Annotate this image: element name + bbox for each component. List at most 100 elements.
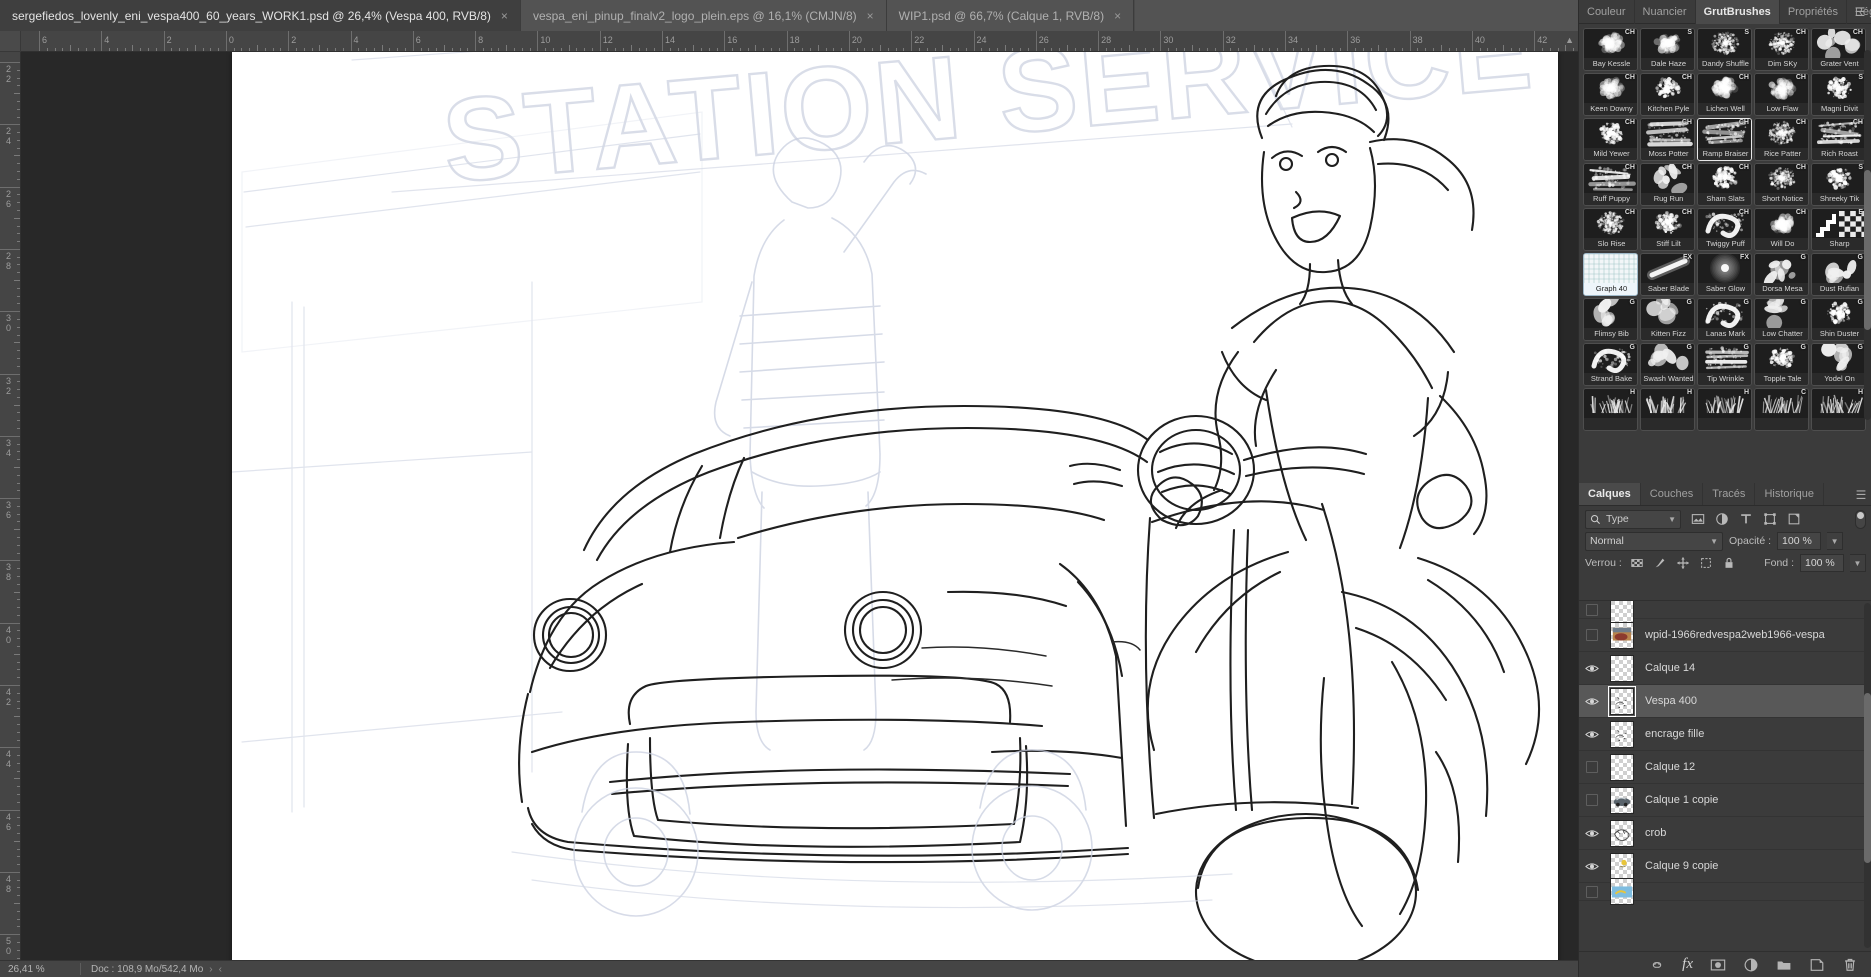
- layer-thumbnail-cell[interactable]: [1605, 878, 1639, 905]
- layer-thumbnail[interactable]: [1610, 621, 1634, 649]
- new-layer-icon[interactable]: [1809, 957, 1825, 973]
- brush-item[interactable]: H: [1640, 388, 1695, 431]
- layer-thumbnail[interactable]: [1608, 685, 1636, 717]
- layer-style-fx-icon[interactable]: fx: [1682, 956, 1693, 973]
- brush-item[interactable]: CH Rich Roast: [1811, 118, 1866, 161]
- brush-item[interactable]: CH Twiggy Puff: [1697, 208, 1752, 251]
- layer-thumbnail-cell[interactable]: [1605, 852, 1639, 880]
- opacity-stepper-chevron-down-icon[interactable]: ▼: [1827, 532, 1844, 550]
- panel-menu-icon[interactable]: ☰: [1853, 5, 1867, 19]
- brush-item[interactable]: CH Slo Rise: [1583, 208, 1638, 251]
- panel-tab-propri-t-s[interactable]: Propriétés: [1780, 0, 1847, 24]
- layer-list[interactable]: wpid-1966redvespa2web1966-vespa Calque 14…: [1579, 600, 1871, 951]
- close-icon[interactable]: ×: [1114, 10, 1121, 22]
- new-group-icon[interactable]: [1776, 957, 1792, 973]
- document-tab-0[interactable]: sergefiedos_lovenly_eni_vespa400_60_year…: [0, 0, 521, 31]
- grutbrushes-panel[interactable]: CH Bay Kessle S Dale Haze S Dandy Shuffle CH Di…: [1579, 24, 1871, 483]
- document-size-info[interactable]: Doc : 108,9 Mo/542,4 Mo: [81, 964, 203, 975]
- layer-row[interactable]: encrage fille: [1579, 718, 1871, 751]
- fill-value[interactable]: 100 %: [1800, 554, 1844, 572]
- brush-item[interactable]: CH Keen Downy: [1583, 73, 1638, 116]
- layer-name[interactable]: crob: [1639, 827, 1666, 839]
- brush-item[interactable]: S Dandy Shuffle: [1697, 28, 1752, 71]
- vertical-ruler[interactable]: 222426283032343638404244464850: [0, 52, 21, 960]
- layer-visibility-toggle[interactable]: [1579, 619, 1605, 652]
- layer-thumbnail[interactable]: [1610, 601, 1634, 623]
- brush-item[interactable]: G Low Chatter: [1754, 298, 1809, 341]
- brush-item[interactable]: G Tip Wrinkle: [1697, 343, 1752, 386]
- layer-thumbnail[interactable]: [1610, 878, 1634, 905]
- layer-name[interactable]: Calque 9 copie: [1639, 860, 1718, 872]
- shape-filter-icon[interactable]: [1763, 512, 1777, 526]
- layer-row[interactable]: Calque 14: [1579, 652, 1871, 685]
- brush-item[interactable]: H: [1811, 388, 1866, 431]
- close-icon[interactable]: ×: [867, 10, 874, 22]
- brush-item[interactable]: G Flimsy Bib: [1583, 298, 1638, 341]
- layer-scroll-thumb[interactable]: [1864, 693, 1871, 863]
- adjustment-filter-icon[interactable]: [1715, 512, 1729, 526]
- brush-item[interactable]: G Strand Bake: [1583, 343, 1638, 386]
- brush-item[interactable]: CH Sham Slats: [1697, 163, 1752, 206]
- layer-row[interactable]: [1579, 878, 1871, 905]
- brush-item[interactable]: CH Short Notice: [1754, 163, 1809, 206]
- brush-item[interactable]: CH Ramp Braiser: [1697, 118, 1752, 161]
- layer-thumbnail-cell[interactable]: [1605, 819, 1639, 847]
- smartobject-filter-icon[interactable]: [1787, 512, 1801, 526]
- brush-item[interactable]: S Shreeky Tik: [1811, 163, 1866, 206]
- layer-thumbnail-cell[interactable]: [1605, 720, 1639, 748]
- adjustment-layer-icon[interactable]: [1743, 957, 1759, 973]
- layer-name[interactable]: Calque 1 copie: [1639, 794, 1718, 806]
- brush-item[interactable]: CH Stiff Lilt: [1640, 208, 1695, 251]
- brush-item[interactable]: G Dust Rufian: [1811, 253, 1866, 296]
- canvas-work-area[interactable]: .ink{fill:none;stroke:#1f1f1f;stroke-wid…: [21, 52, 1578, 960]
- layer-thumbnail[interactable]: [1610, 720, 1634, 748]
- layer-name[interactable]: encrage fille: [1639, 728, 1704, 740]
- lock-transparency-icon[interactable]: [1630, 556, 1644, 570]
- fill-stepper-chevron-down-icon[interactable]: ▼: [1850, 554, 1866, 572]
- brush-item[interactable]: Graph 40: [1583, 253, 1638, 296]
- lock-image-icon[interactable]: [1653, 556, 1667, 570]
- layer-visibility-toggle[interactable]: [1579, 685, 1605, 718]
- brush-item[interactable]: H: [1583, 388, 1638, 431]
- brush-item[interactable]: C: [1754, 388, 1809, 431]
- layer-visibility-toggle[interactable]: [1579, 751, 1605, 784]
- layer-thumbnail-cell[interactable]: [1605, 786, 1639, 814]
- brush-item[interactable]: CH Mild Yewer: [1583, 118, 1638, 161]
- layer-row[interactable]: Calque 12: [1579, 751, 1871, 784]
- brush-item[interactable]: CH Kitchen Pyle: [1640, 73, 1695, 116]
- document-tab-1[interactable]: vespa_eni_pinup_finalv2_logo_plein.eps @…: [520, 0, 887, 31]
- delete-layer-icon[interactable]: [1842, 957, 1858, 973]
- layer-visibility-toggle[interactable]: [1579, 718, 1605, 751]
- panel-tab-couleur[interactable]: Couleur: [1579, 0, 1635, 24]
- lock-all-icon[interactable]: [1722, 556, 1736, 570]
- horizontal-ruler[interactable]: 6 4 2 0 2 4 6 8 10 12 14 16 18 20 22 24 26 28 30 32 34 36 38 40…: [21, 31, 1578, 52]
- layers-tab-calques[interactable]: Calques: [1579, 483, 1641, 505]
- document-canvas[interactable]: .ink{fill:none;stroke:#1f1f1f;stroke-wid…: [232, 52, 1558, 960]
- lock-position-icon[interactable]: [1676, 556, 1690, 570]
- brush-item[interactable]: FX Saber Glow: [1697, 253, 1752, 296]
- brush-item[interactable]: CH Bay Kessle: [1583, 28, 1638, 71]
- layers-tab-historique[interactable]: Historique: [1755, 483, 1824, 505]
- link-layers-icon[interactable]: [1649, 957, 1665, 973]
- layer-mask-icon[interactable]: [1710, 957, 1726, 973]
- layer-row[interactable]: Vespa 400: [1579, 685, 1871, 718]
- layer-visibility-toggle[interactable]: [1579, 817, 1605, 850]
- opacity-value[interactable]: 100 %: [1777, 532, 1822, 550]
- layer-visibility-toggle[interactable]: [1579, 875, 1605, 908]
- layer-row[interactable]: wpid-1966redvespa2web1966-vespa: [1579, 619, 1871, 652]
- ruler-collapse-chevron-icon[interactable]: ▲: [1565, 35, 1574, 45]
- layer-row[interactable]: crob: [1579, 817, 1871, 850]
- status-collapse-arrow[interactable]: ‹: [213, 964, 222, 975]
- layer-thumbnail[interactable]: [1610, 753, 1634, 781]
- layer-thumbnail-cell[interactable]: [1605, 654, 1639, 682]
- brush-item[interactable]: FX Saber Blade: [1640, 253, 1695, 296]
- layer-name[interactable]: Calque 14: [1639, 662, 1695, 674]
- zoom-level[interactable]: 26,41 %: [0, 964, 80, 975]
- brush-item[interactable]: G Kitten Fizz: [1640, 298, 1695, 341]
- brush-item[interactable]: CH Dim SKy: [1754, 28, 1809, 71]
- filter-enable-toggle[interactable]: [1855, 509, 1866, 529]
- layer-thumbnail[interactable]: [1610, 819, 1634, 847]
- brush-item[interactable]: S Magni Divit: [1811, 73, 1866, 116]
- brush-item[interactable]: G Swash Wanted: [1640, 343, 1695, 386]
- layer-thumbnail[interactable]: [1610, 786, 1634, 814]
